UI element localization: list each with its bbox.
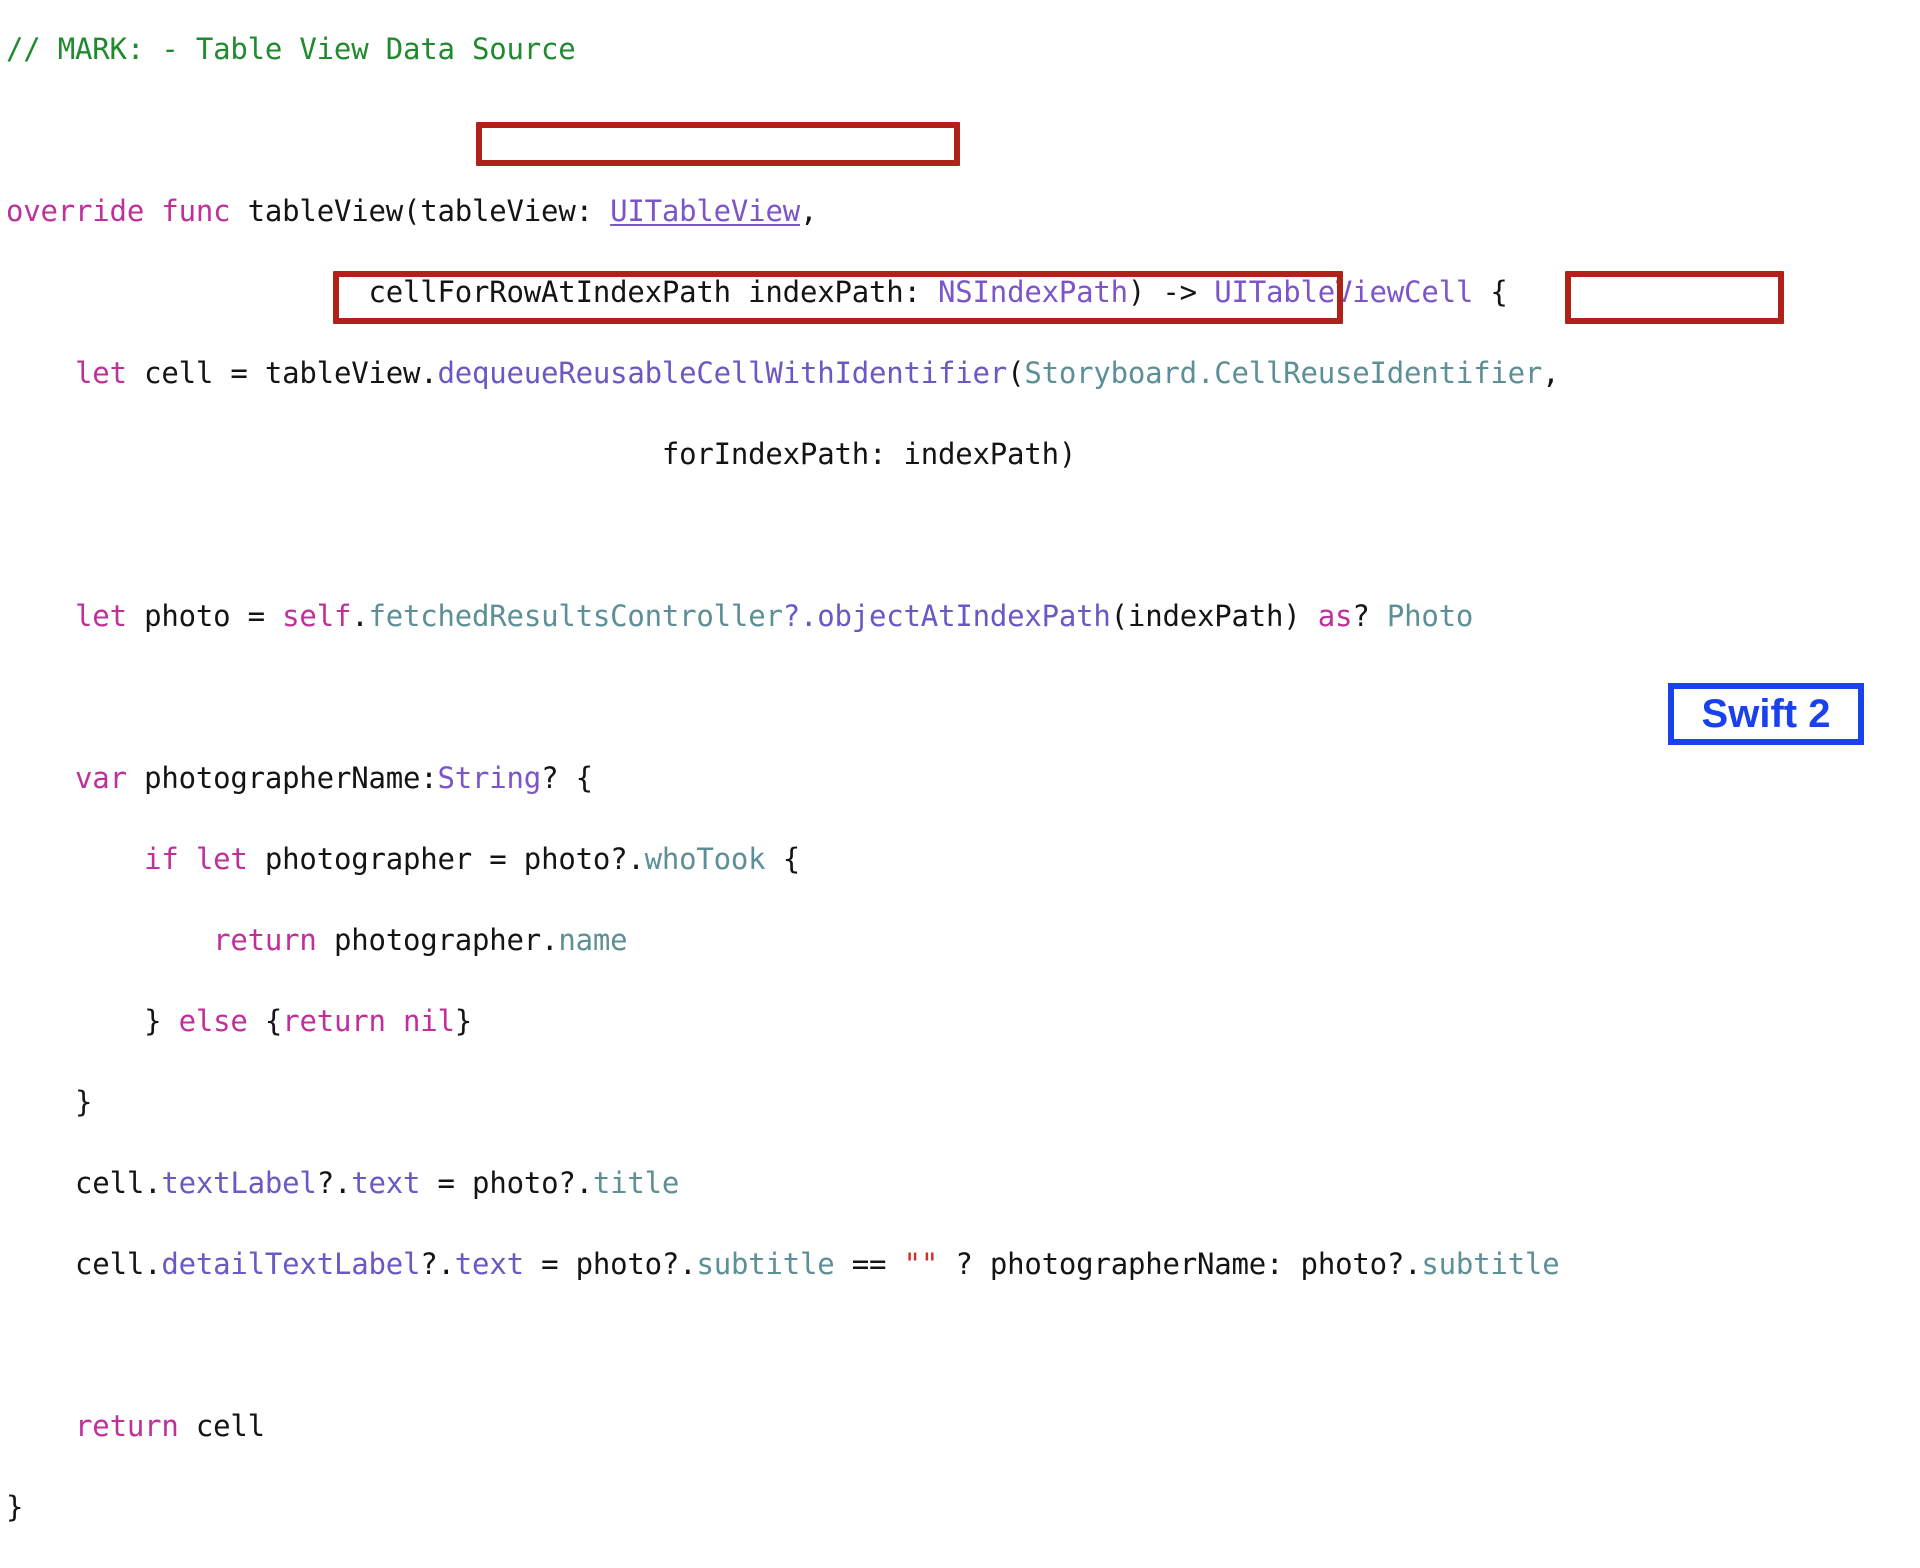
- indent-16: [6, 1247, 75, 1281]
- code-line-17-blank: [6, 1325, 1559, 1366]
- indent-5: [6, 356, 75, 390]
- member-dequeuereusablecellwithidentifier: dequeueReusableCellWithIdentifier: [437, 356, 1008, 390]
- code-line-1: // MARK: - Table View Data Source: [6, 29, 1559, 70]
- mark-comment: // MARK: - Table View Data Source: [6, 32, 576, 66]
- member-detailtextlabel: detailTextLabel: [161, 1247, 421, 1281]
- comma-5: ,: [1542, 356, 1560, 390]
- keyword-let-photo: let: [75, 599, 127, 633]
- code-line-5: let cell = tableView.dequeueReusableCell…: [6, 353, 1560, 394]
- cell-return-ref: cell: [178, 1409, 265, 1443]
- optional-cast-qmark: ?: [1352, 599, 1387, 633]
- cell-ref-15: cell.: [75, 1166, 162, 1200]
- indent-10: [6, 761, 75, 795]
- keyword-return-nil: return: [282, 1004, 386, 1038]
- indent-11: [6, 842, 144, 876]
- code-line-13: } else {return nil}: [6, 1001, 1559, 1042]
- code-line-12: return photographer.name: [6, 920, 1559, 961]
- args-indexpath: (indexPath): [1110, 599, 1318, 633]
- source-code-block: // MARK: - Table View Data Source overri…: [6, 29, 1560, 1568]
- indent-18: [6, 1409, 75, 1443]
- close-brace-14: }: [6, 1085, 93, 1119]
- property-fetchedresultscontroller: fetchedResultsController: [368, 599, 783, 633]
- assign-15: = photo?.: [420, 1166, 594, 1200]
- keyword-let-photographer: let: [195, 842, 248, 876]
- storyboard-cellreuseidentifier: Storyboard.CellReuseIdentifier: [1024, 356, 1543, 390]
- member-text-15: text: [351, 1166, 421, 1200]
- code-line-19: }: [6, 1487, 1559, 1528]
- highlight-box-cellforrowatindexpath: [476, 122, 960, 166]
- close-brace-13: }: [144, 1004, 179, 1038]
- photographername-decl: photographerName:: [126, 761, 438, 795]
- indent-8: [6, 599, 75, 633]
- close-brace-13b: }: [454, 1004, 473, 1038]
- code-line-16: cell.detailTextLabel?.text = photo?.subt…: [6, 1244, 1560, 1285]
- optional-chain-8: ?.: [782, 599, 818, 633]
- code-line-14: }: [6, 1082, 1559, 1123]
- ternary-expr: ? photographerName: photo?.: [938, 1247, 1422, 1281]
- optional-chain-15: ?.: [316, 1166, 352, 1200]
- keyword-var: var: [75, 761, 127, 795]
- keyword-else: else: [178, 1004, 248, 1038]
- code-line-7-blank: [6, 515, 1559, 556]
- open-brace-11: {: [765, 842, 800, 876]
- property-title: title: [592, 1166, 680, 1200]
- code-line-9-blank: [6, 677, 1559, 718]
- type-photo: Photo: [1386, 599, 1474, 633]
- swift-version-badge: Swift 2: [1668, 683, 1864, 745]
- paren-open-5: (: [1007, 356, 1025, 390]
- type-uitableview: UITableView: [610, 194, 800, 228]
- highlight-box-fetchedresultscontroller: [333, 271, 1343, 324]
- empty-string-literal: "": [903, 1247, 939, 1281]
- indent-13: [6, 1004, 144, 1038]
- keyword-nil: nil: [403, 1004, 455, 1038]
- cell-assign: cell = tableView.: [126, 356, 438, 390]
- keyword-override: override: [6, 194, 145, 228]
- open-brace-4: {: [1473, 275, 1508, 309]
- indent-4: [6, 275, 368, 309]
- open-brace-13: {: [247, 1004, 283, 1038]
- optional-brace-10: ? {: [541, 761, 593, 795]
- keyword-let-cell: let: [75, 356, 127, 390]
- code-screenshot-canvas: // MARK: - Table View Data Source overri…: [0, 0, 1920, 1524]
- photographer-ref: photographer.: [316, 923, 559, 957]
- member-objectatindexpath: objectAtIndexPath: [817, 599, 1111, 633]
- code-line-18: return cell: [6, 1406, 1559, 1447]
- keyword-func: func: [161, 194, 231, 228]
- keyword-return-name: return: [213, 923, 317, 957]
- property-subtitle-2: subtitle: [1421, 1247, 1560, 1281]
- indent-12: [6, 923, 213, 957]
- assign-16: = photo?.: [523, 1247, 697, 1281]
- swift-version-label: Swift 2: [1701, 691, 1831, 736]
- member-textlabel: textLabel: [161, 1166, 317, 1200]
- code-line-8: let photo = self.fetchedResultsControlle…: [6, 596, 1559, 637]
- space-11: [179, 842, 196, 876]
- photo-assign: photo =: [126, 599, 283, 633]
- type-string: String: [437, 761, 542, 795]
- comma-1: ,: [799, 194, 818, 228]
- member-text-16: text: [454, 1247, 524, 1281]
- property-subtitle: subtitle: [696, 1247, 835, 1281]
- code-line-10: var photographerName:String? {: [6, 758, 1559, 799]
- highlight-box-as-photo: [1565, 271, 1784, 324]
- dot-8: .: [351, 599, 369, 633]
- keyword-as: as: [1317, 599, 1353, 633]
- forindexpath-arg: forIndexPath: indexPath): [6, 437, 1077, 471]
- indent-15: [6, 1166, 75, 1200]
- keyword-return-cell: return: [75, 1409, 179, 1443]
- equality-op: ==: [834, 1247, 904, 1281]
- code-line-6: forIndexPath: indexPath): [6, 434, 1559, 475]
- code-line-11: if let photographer = photo?.whoTook {: [6, 839, 1559, 880]
- code-line-3: override func tableView(tableView: UITab…: [6, 191, 1559, 232]
- keyword-self: self: [282, 599, 352, 633]
- optional-chain-16: ?.: [420, 1247, 455, 1281]
- close-brace-func: }: [6, 1490, 24, 1524]
- func-signature-head: tableView(tableView:: [230, 194, 611, 228]
- keyword-if: if: [144, 842, 179, 876]
- property-whotook: whoTook: [644, 842, 766, 876]
- cell-ref-16: cell.: [75, 1247, 162, 1281]
- photographer-binding: photographer = photo?.: [247, 842, 645, 876]
- property-name: name: [558, 923, 628, 957]
- space-13: [386, 1004, 403, 1038]
- code-line-15: cell.textLabel?.text = photo?.title: [6, 1163, 1559, 1204]
